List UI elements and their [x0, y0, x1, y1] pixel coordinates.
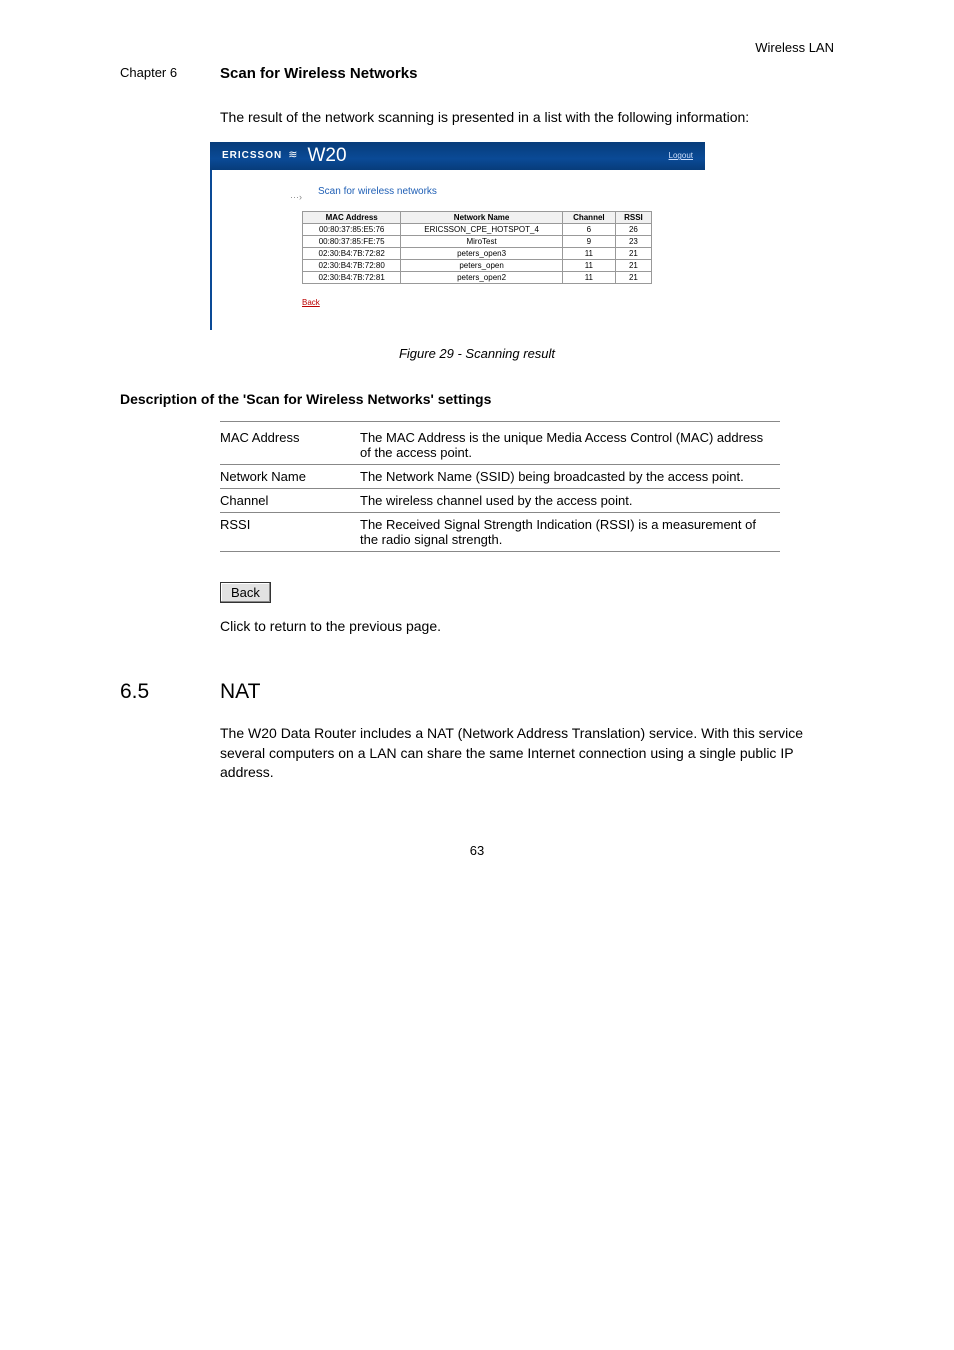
screenshot-page-title: Scan for wireless networks	[318, 186, 687, 197]
brand-text: ERICSSON	[222, 150, 282, 161]
cell: 02:30:B4:7B:72:80	[303, 259, 401, 271]
desc-label: Channel	[220, 488, 360, 512]
cell: peters_open	[401, 259, 563, 271]
cell: 02:30:B4:7B:72:81	[303, 271, 401, 283]
col-mac: MAC Address	[303, 211, 401, 223]
col-channel: Channel	[562, 211, 615, 223]
chapter-number: Chapter 6	[120, 65, 220, 80]
cell: ERICSSON_CPE_HOTSPOT_4	[401, 223, 563, 235]
cell: peters_open3	[401, 247, 563, 259]
cell: 6	[562, 223, 615, 235]
desc-row: ChannelThe wireless channel used by the …	[220, 488, 780, 512]
nat-paragraph: The W20 Data Router includes a NAT (Netw…	[220, 724, 834, 783]
back-link[interactable]: Back	[302, 298, 320, 307]
cell: 23	[615, 235, 651, 247]
desc-label: Network Name	[220, 464, 360, 488]
back-button[interactable]: Back	[220, 582, 271, 603]
scan-results-table: MAC Address Network Name Channel RSSI 00…	[302, 211, 652, 284]
col-name: Network Name	[401, 211, 563, 223]
cell: 21	[615, 259, 651, 271]
desc-row: RSSIThe Received Signal Strength Indicat…	[220, 512, 780, 551]
back-text: Click to return to the previous page.	[220, 617, 834, 637]
desc-text: The Received Signal Strength Indication …	[360, 512, 780, 551]
table-header-row: MAC Address Network Name Channel RSSI	[303, 211, 652, 223]
ericsson-stripes-icon: ≋	[288, 150, 297, 161]
desc-row: Network NameThe Network Name (SSID) bein…	[220, 464, 780, 488]
logout-link[interactable]: Logout	[669, 151, 693, 160]
cell: 00:80:37:85:FE:75	[303, 235, 401, 247]
table-row: 02:30:B4:7B:72:80peters_open1121	[303, 259, 652, 271]
desc-label: MAC Address	[220, 426, 360, 465]
col-rssi: RSSI	[615, 211, 651, 223]
table-row: 02:30:B4:7B:72:82peters_open31121	[303, 247, 652, 259]
desc-label: RSSI	[220, 512, 360, 551]
cell: 11	[562, 271, 615, 283]
intro-paragraph: The result of the network scanning is pr…	[220, 108, 834, 128]
screenshot-header: ERICSSON ≋ W20 Logout	[210, 142, 705, 170]
cell: 9	[562, 235, 615, 247]
cell: peters_open2	[401, 271, 563, 283]
cell: 21	[615, 271, 651, 283]
cell: MiroTest	[401, 235, 563, 247]
divider	[220, 421, 780, 422]
divider	[220, 551, 780, 552]
cell: 02:30:B4:7B:72:82	[303, 247, 401, 259]
cell: 26	[615, 223, 651, 235]
chapter-title: Scan for Wireless Networks	[220, 65, 834, 82]
cell: 11	[562, 247, 615, 259]
figure-caption: Figure 29 - Scanning result	[120, 346, 834, 361]
breadcrumb-arrow-icon: ···›	[290, 192, 302, 202]
description-table: MAC AddressThe MAC Address is the unique…	[220, 426, 780, 551]
desc-section-title: Description of the 'Scan for Wireless Ne…	[120, 391, 834, 407]
cell: 11	[562, 259, 615, 271]
model-text: W20	[307, 146, 346, 165]
desc-text: The Network Name (SSID) being broadcaste…	[360, 464, 780, 488]
section-title: NAT	[220, 680, 834, 704]
section-label: Wireless LAN	[120, 40, 834, 55]
table-row: 00:80:37:85:E5:76ERICSSON_CPE_HOTSPOT_46…	[303, 223, 652, 235]
router-screenshot: ERICSSON ≋ W20 Logout ···› Scan for wire…	[210, 142, 705, 330]
desc-row: MAC AddressThe MAC Address is the unique…	[220, 426, 780, 465]
desc-text: The wireless channel used by the access …	[360, 488, 780, 512]
cell: 21	[615, 247, 651, 259]
desc-text: The MAC Address is the unique Media Acce…	[360, 426, 780, 465]
table-row: 02:30:B4:7B:72:81peters_open21121	[303, 271, 652, 283]
page-number: 63	[120, 843, 834, 858]
table-row: 00:80:37:85:FE:75MiroTest923	[303, 235, 652, 247]
cell: 00:80:37:85:E5:76	[303, 223, 401, 235]
